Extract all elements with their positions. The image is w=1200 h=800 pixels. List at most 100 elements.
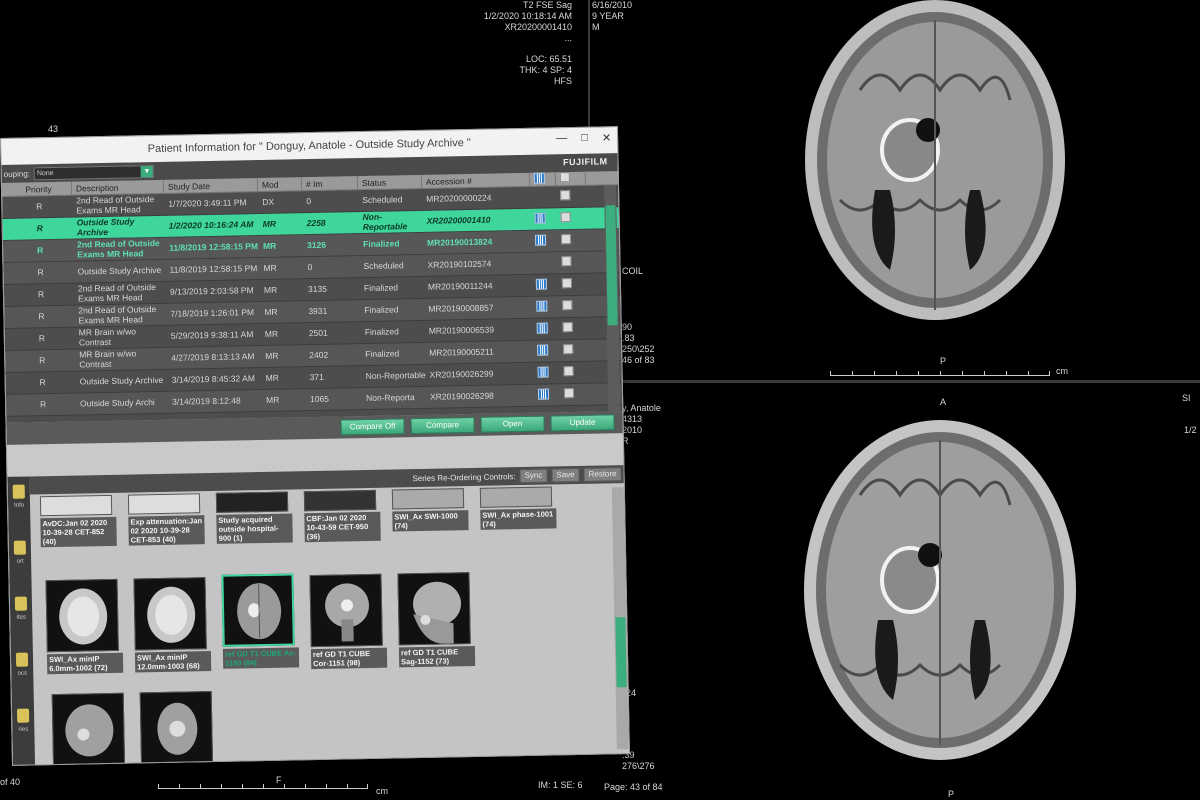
grid-icon[interactable]: [537, 366, 549, 378]
row-checkbox[interactable]: [563, 344, 574, 355]
row-checkbox[interactable]: [560, 212, 571, 223]
compare-off-button[interactable]: Compare Off: [340, 418, 405, 436]
series-thumb[interactable]: SWI_Ax minIP 6.0mm-1002 (72): [45, 578, 124, 675]
grid-icon[interactable]: [536, 300, 548, 312]
series-thumb[interactable]: Exp attenuation:Jan 02 2020 10-39-28 CET…: [127, 493, 205, 546]
series-scroll-thumb[interactable]: [615, 617, 627, 688]
row-checkbox[interactable]: [561, 278, 572, 289]
cell-mod: MR: [264, 306, 278, 317]
series-thumb[interactable]: SWI_Ax minIP 12.0mm-1003 (68): [133, 577, 212, 673]
cell-num-images: 0: [307, 261, 313, 272]
series-area: Info ort ites ocs ries Series Re-Orderin…: [7, 465, 630, 766]
compare-button[interactable]: Compare: [410, 416, 475, 435]
row-checkbox[interactable]: [562, 300, 573, 311]
cell-mod: MR: [263, 284, 278, 295]
series-thumb[interactable]: SWI_Ax phase-1001 (74): [479, 486, 557, 530]
series-thumb[interactable]: ref GD T1 CUBE Sag-1152 (73): [397, 572, 476, 668]
patient-info-dialog[interactable]: Patient Information for " Donguy, Anatol…: [0, 126, 630, 766]
grouping-label: ouping:: [3, 168, 31, 179]
col-status[interactable]: Status: [357, 174, 423, 190]
col-study-date[interactable]: Study Date: [163, 178, 259, 193]
grid-icon[interactable]: [535, 278, 548, 290]
grouping-select[interactable]: None ▼: [33, 164, 155, 180]
row-checkbox[interactable]: [563, 366, 574, 377]
series-thumb[interactable]: [51, 692, 129, 766]
close-button[interactable]: ✕: [602, 131, 611, 144]
overlay-slice-num: 43: [48, 124, 59, 134]
scale-bar-bottom-left: [158, 781, 368, 789]
restore-button[interactable]: Restore: [583, 467, 622, 482]
cell-grid-icon: [532, 278, 558, 292]
cell-accession: XR20190102574: [427, 258, 492, 270]
cell-study-date: 1/7/2020 3:49:11 PM: [168, 197, 247, 209]
nav-docs[interactable]: ocs: [11, 644, 34, 700]
nav-report[interactable]: ort: [9, 532, 32, 588]
row-checkbox[interactable]: [563, 388, 575, 399]
open-button[interactable]: Open: [480, 415, 545, 433]
series-controls-label: Series Re-Ordering Controls:: [412, 471, 516, 483]
cell-priority: R: [37, 289, 45, 300]
nav-info[interactable]: Info: [8, 476, 31, 532]
brain-axial-bottom-image: [804, 420, 1076, 760]
row-checkbox[interactable]: [562, 322, 573, 333]
nav-notes[interactable]: ites: [10, 588, 33, 644]
save-button[interactable]: Save: [551, 467, 580, 483]
grid-icon[interactable]: [534, 234, 547, 246]
cell-accession: MR20200000224: [426, 192, 492, 204]
overlay-cm-top: cm: [1056, 366, 1068, 376]
chevron-down-icon[interactable]: ▼: [140, 165, 154, 177]
series-label: ref GD T1 CUBE Sag-1152 (73): [398, 645, 476, 668]
cell-select: [558, 300, 588, 313]
series-thumb[interactable]: CBF:Jan 02 2020 10-43-59 CET-950 (36): [303, 489, 381, 543]
grid-icon[interactable]: [537, 344, 549, 356]
cell-study-date: 3/14/2019 8:45:32 AM: [171, 373, 255, 385]
cell-priority: R: [39, 399, 47, 410]
series-label: ref GD T1 CUBE Ax-1150 (84): [222, 647, 300, 669]
cell-priority: R: [39, 355, 46, 366]
overlay-date: 2010: [622, 425, 643, 435]
cell-mod: DX: [262, 196, 275, 207]
cell-description: 2nd Read of Outside Exams MR Head: [78, 304, 157, 326]
row-checkbox[interactable]: [560, 234, 572, 245]
series-label: ref GD T1 CUBE Cor-1151 (98): [310, 647, 388, 670]
col-description[interactable]: Description: [71, 179, 165, 195]
cell-grid-icon: [533, 322, 559, 336]
minimize-button[interactable]: —: [556, 132, 567, 145]
grid-icon[interactable]: [536, 322, 548, 334]
cell-description: 2nd Read of Outside Exams MR Head: [76, 194, 155, 216]
overlay-dob: 6/16/2010: [592, 0, 633, 10]
table-scroll-thumb[interactable]: [605, 205, 618, 326]
grid-icon[interactable]: [534, 212, 546, 224]
sync-button[interactable]: Sync: [519, 468, 548, 484]
select-all-checkbox[interactable]: [559, 172, 570, 183]
brain-thumbnail-image: [133, 577, 207, 651]
series-thumb[interactable]: Study acquired outside hospital-900 (1): [215, 491, 293, 544]
maximize-button[interactable]: □: [581, 132, 588, 145]
series-thumb[interactable]: ref GD T1 CUBE Cor-1151 (98): [309, 573, 388, 670]
update-button[interactable]: Update: [550, 414, 615, 432]
overlay-sequence: T2 FSE Sag: [522, 0, 572, 10]
col-priority[interactable]: Priority: [1, 181, 73, 196]
series-thumb[interactable]: AvDC:Jan 02 2020 10-39-28 CET-852 (40): [39, 494, 117, 548]
col-accession[interactable]: Accession #: [421, 172, 531, 188]
nav-series[interactable]: ries: [12, 700, 35, 756]
series-thumb-selected[interactable]: ref GD T1 CUBE Ax-1150 (84): [221, 573, 300, 669]
series-thumb[interactable]: SWI_Ax SWI-1000 (74): [391, 488, 469, 532]
col-mod[interactable]: Mod: [257, 177, 303, 192]
cell-accession: MR20190011244: [427, 280, 493, 292]
cell-study-date: 5/29/2019 9:38:11 AM: [170, 329, 254, 341]
row-checkbox[interactable]: [561, 256, 572, 267]
series-thumb[interactable]: [139, 691, 217, 766]
row-checkbox[interactable]: [560, 190, 571, 201]
cell-study-date: 11/8/2019 12:58:15 PM: [169, 241, 259, 253]
cell-description: Outside Study Archive: [76, 216, 135, 238]
cell-study-date: 7/18/2019 1:26:01 PM: [170, 307, 255, 319]
col-num-images[interactable]: # Im: [301, 176, 359, 191]
cell-accession: XR20190026298: [429, 390, 494, 402]
overlay-id: 4313: [622, 414, 643, 424]
cell-accession: XR20200001410: [426, 214, 491, 226]
grid-icon[interactable]: [537, 388, 550, 400]
cell-grid-icon: [531, 234, 557, 248]
cell-num-images: 2258: [306, 217, 326, 228]
cell-status: Non-Reporta: [365, 392, 415, 403]
